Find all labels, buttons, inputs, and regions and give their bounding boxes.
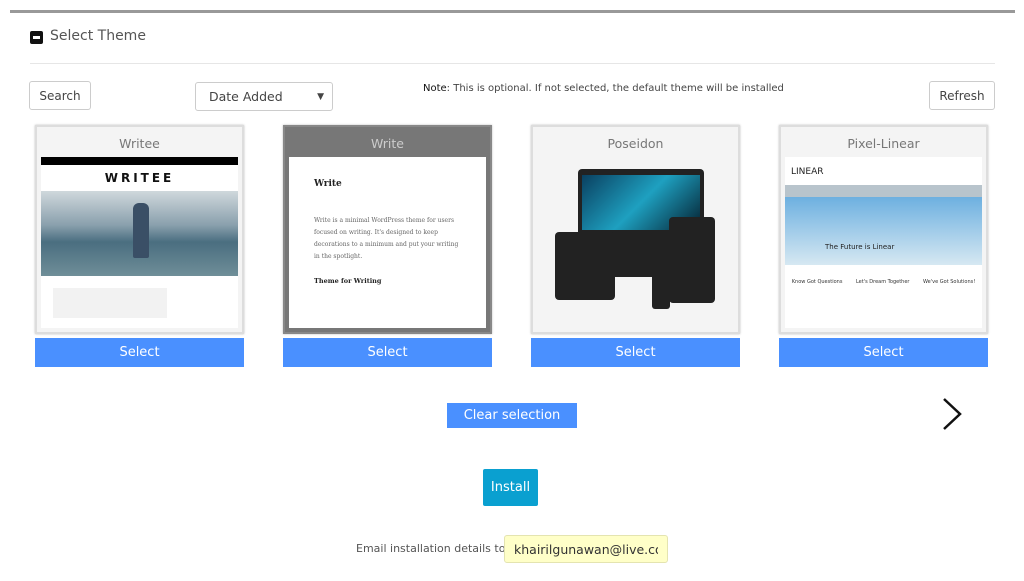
sort-select[interactable]: Date Added ▼	[195, 82, 333, 111]
select-button-write[interactable]: Select	[283, 338, 492, 367]
caret-down-icon: ▼	[317, 91, 324, 102]
select-button-writee[interactable]: Select	[35, 338, 244, 367]
preview-post-title: Theme for Writing	[314, 277, 382, 285]
chevron-right-icon[interactable]	[938, 396, 966, 432]
theme-preview-image: LINEAR The Future is Linear Know Got Que…	[785, 157, 982, 328]
theme-card-writee[interactable]: Writee WRITEE	[35, 125, 244, 334]
theme-card-poseidon[interactable]: Poseidon	[531, 125, 740, 334]
preview-col: Let's Dream Together	[855, 279, 910, 285]
clear-selection-button[interactable]: Clear selection	[447, 403, 577, 428]
note-prefix: Note	[423, 83, 447, 94]
section-title: Select Theme	[50, 28, 146, 44]
theme-card-pixel-linear[interactable]: Pixel-Linear LINEAR The Future is Linear…	[779, 125, 988, 334]
email-label: Email installation details to :	[356, 542, 513, 555]
select-button-poseidon[interactable]: Select	[531, 338, 740, 367]
preview-logo: WRITEE	[104, 171, 175, 185]
section-divider	[30, 63, 995, 64]
preview-logo: LINEAR	[791, 167, 824, 177]
preview-text: Write is a minimal WordPress theme for u…	[314, 217, 459, 260]
theme-preview-image	[537, 157, 734, 328]
theme-preview-image: Write Write is a minimal WordPress theme…	[289, 157, 486, 328]
refresh-button[interactable]: Refresh	[929, 81, 995, 110]
theme-name: Poseidon	[607, 136, 664, 151]
preview-col: Know Got Questions	[791, 279, 843, 285]
optional-note: Note: This is optional. If not selected,…	[423, 83, 784, 94]
theme-name: Writee	[119, 136, 160, 151]
preview-col: We've Got Solutions!	[923, 279, 976, 285]
email-field[interactable]	[504, 535, 668, 563]
theme-name: Pixel-Linear	[847, 136, 920, 151]
top-divider	[10, 10, 1015, 13]
select-button-pixel-linear[interactable]: Select	[779, 338, 988, 367]
search-button[interactable]: Search	[29, 81, 91, 110]
minus-square-icon[interactable]	[30, 31, 43, 44]
preview-logo: Write	[314, 179, 342, 189]
sort-value: Date Added	[209, 89, 283, 104]
note-text: : This is optional. If not selected, the…	[446, 83, 784, 94]
theme-card-write[interactable]: Write Write Write is a minimal WordPress…	[283, 125, 492, 334]
theme-preview-image: WRITEE	[41, 157, 238, 328]
theme-name: Write	[370, 136, 404, 151]
preview-hero: The Future is Linear	[825, 243, 895, 251]
install-button[interactable]: Install	[483, 469, 538, 506]
